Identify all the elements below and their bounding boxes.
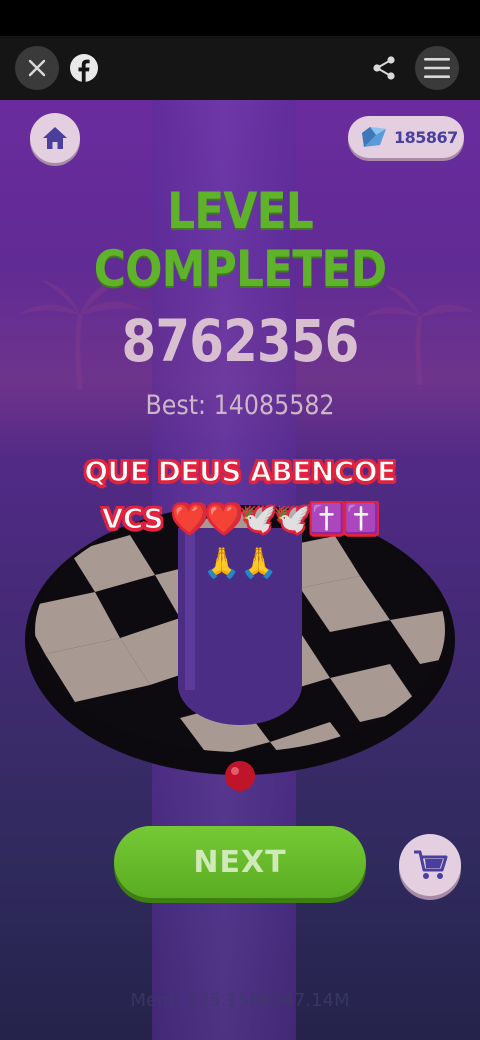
next-label: NEXT: [193, 844, 287, 880]
memory-readout: Mem: 325.15M/347.14M: [130, 990, 350, 1011]
browser-toolbar: [0, 36, 480, 100]
best-score: Best: 14085582: [145, 390, 335, 421]
next-button[interactable]: NEXT: [114, 826, 366, 898]
cart-icon: [414, 850, 448, 879]
close-button[interactable]: [15, 46, 59, 90]
gem-icon: [362, 127, 386, 147]
home-icon: [43, 127, 67, 149]
facebook-icon: [70, 54, 98, 82]
score-value: 8762356: [121, 307, 360, 375]
facebook-button[interactable]: [62, 46, 106, 90]
caption-line-2: VCS ❤️❤️🕊️🕊️✝️✝️: [101, 501, 380, 536]
share-icon: [373, 56, 395, 80]
close-icon: [28, 59, 46, 77]
home-button[interactable]: [30, 113, 80, 163]
gem-count: 185867: [394, 127, 458, 147]
share-button[interactable]: [362, 46, 406, 90]
caption-line-3: 🙏🙏: [203, 546, 277, 581]
game-canvas: 185867 LEVEL COMPLETED 8762356 Best: 140…: [0, 100, 480, 1040]
menu-button[interactable]: [415, 46, 459, 90]
menu-icon: [424, 58, 450, 78]
level-completed-title: LEVEL COMPLETED: [93, 182, 387, 298]
caption-line-1: QUE DEUS ABENCOE: [84, 454, 397, 489]
status-bar: [0, 0, 480, 36]
ball: [225, 761, 255, 791]
shop-button[interactable]: [399, 834, 461, 896]
gem-counter: 185867: [348, 116, 464, 158]
